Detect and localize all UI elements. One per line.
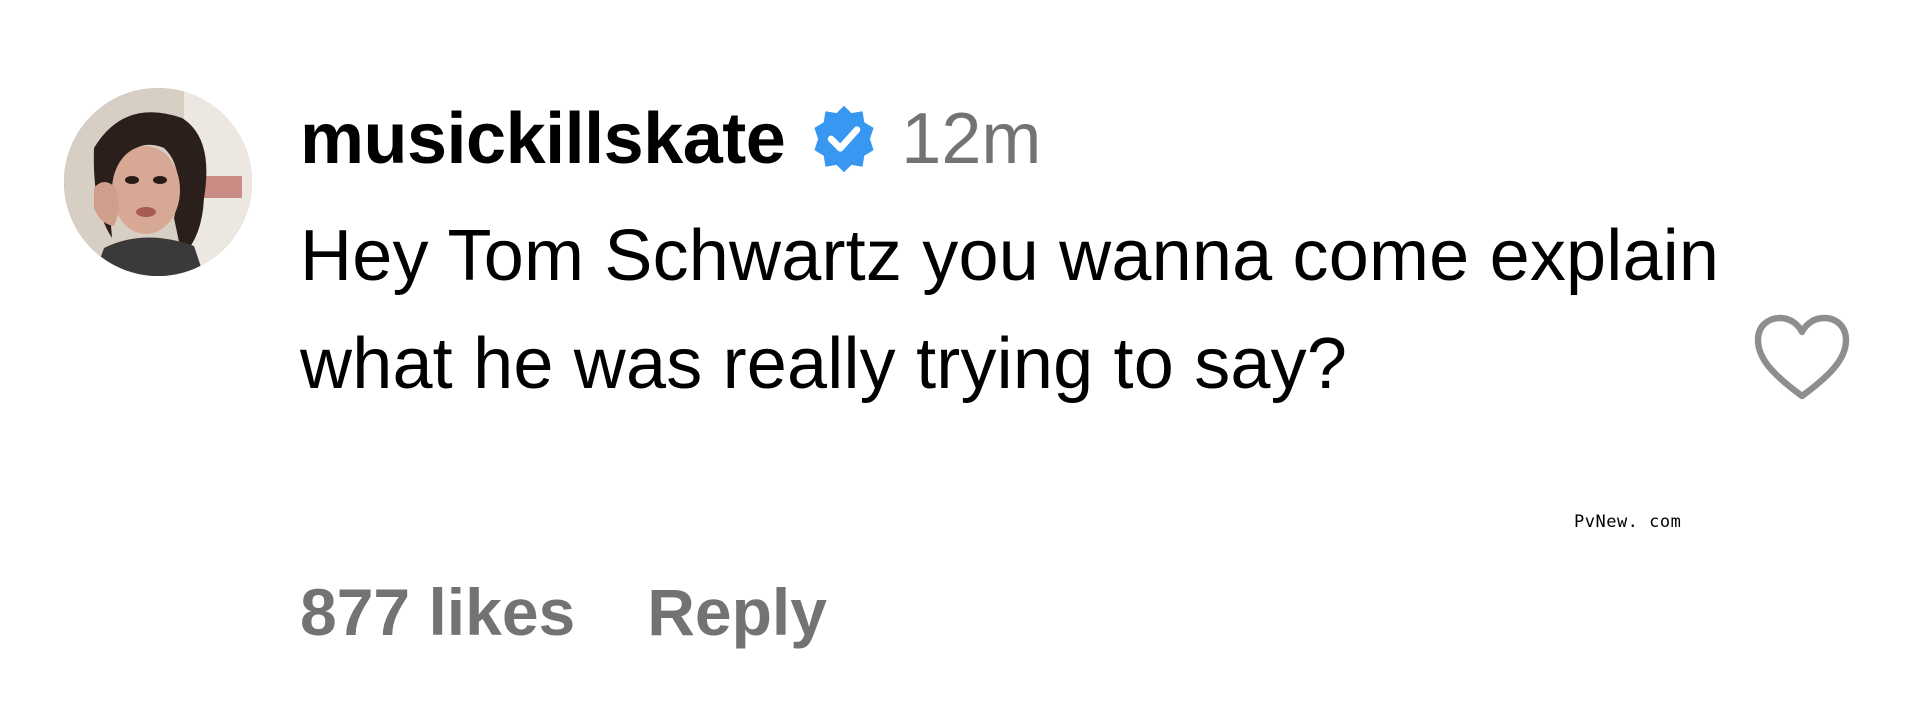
username-link[interactable]: musickillskate	[300, 103, 786, 175]
reply-button[interactable]: Reply	[647, 574, 827, 650]
heart-outline-icon	[1754, 314, 1850, 400]
comment-actions: 877 likes Reply	[300, 572, 827, 652]
likes-count-link[interactable]: 877 likes	[300, 574, 575, 650]
comment-header: musickillskate 12m	[300, 96, 1700, 182]
comment-text: Hey Tom Schwartz you wanna come explain …	[300, 216, 1720, 404]
avatar-image	[64, 88, 252, 276]
like-button[interactable]	[1752, 312, 1852, 404]
comment: musickillskate 12m Hey Tom Schwartz you …	[0, 0, 1920, 708]
watermark-text: PvNew. com	[1574, 512, 1682, 532]
comment-timestamp[interactable]: 12m	[901, 103, 1041, 175]
avatar[interactable]	[64, 88, 252, 276]
verified-badge-icon	[807, 102, 881, 176]
comment-body: musickillskate 12m Hey Tom Schwartz you …	[300, 96, 1719, 418]
